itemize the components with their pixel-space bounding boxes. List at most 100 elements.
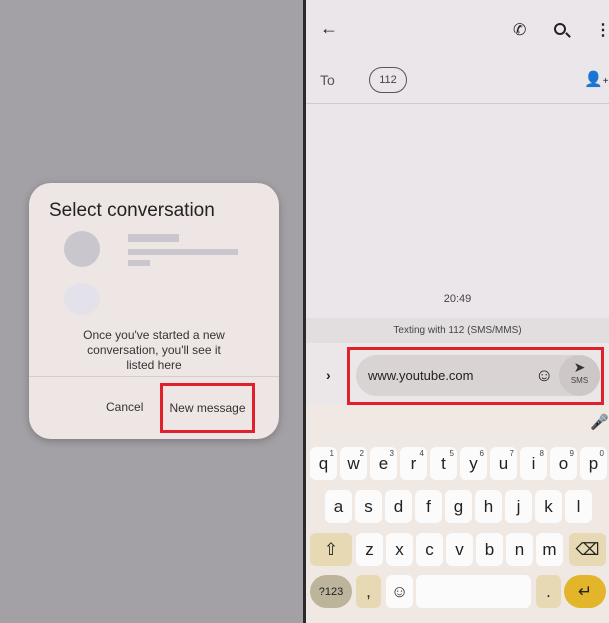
placeholder-avatar [64,283,100,315]
key-a[interactable]: a [325,490,352,523]
backspace-key[interactable]: ⌫ [569,533,606,566]
key-g[interactable]: g [445,490,472,523]
period-key[interactable]: . [536,575,561,608]
key-w[interactable]: w2 [340,447,367,480]
key-t[interactable]: t5 [430,447,457,480]
key-label: w [347,453,360,473]
key-label: g [453,496,464,516]
divider [306,103,609,104]
key-z[interactable]: z [356,533,383,566]
key-c[interactable]: c [416,533,443,566]
key-i[interactable]: i8 [520,447,547,480]
space-key[interactable] [416,575,531,608]
key-hint: 1 [329,449,334,458]
key-b[interactable]: b [476,533,503,566]
key-label: o [558,453,569,473]
search-icon[interactable] [554,23,571,38]
key-v[interactable]: v [446,533,473,566]
recipient-chip[interactable]: 112 [369,67,407,93]
key-label: e [378,453,389,473]
key-h[interactable]: h [475,490,502,523]
more-vert-icon[interactable]: ⋮ [595,20,609,40]
select-conversation-dialog: Select conversation Once you've started … [29,183,279,439]
new-message-button[interactable]: New message [160,383,255,433]
placeholder-line [128,249,238,255]
key-f[interactable]: f [415,490,442,523]
key-l[interactable]: l [565,490,592,523]
divider [29,376,279,377]
key-label: t [441,453,446,473]
key-label: v [455,539,464,559]
key-j[interactable]: j [505,490,532,523]
emoji-icon[interactable]: ☺ [535,365,553,386]
dialog-message: Once you've started a new conversation, … [83,328,225,372]
key-label: q [318,453,329,473]
enter-key[interactable]: ↵ [564,575,606,608]
key-s[interactable]: s [355,490,382,523]
key-o[interactable]: o9 [550,447,577,480]
key-hint: 3 [389,449,394,458]
key-label: , [366,581,371,601]
key-hint: 8 [539,449,544,458]
key-label: i [531,453,536,473]
key-hint: 0 [599,449,604,458]
key-hint: 5 [449,449,454,458]
key-label: j [516,496,521,516]
new-message-screen: ← ✆ ⋮ To 112 👤+ 20:49 Texting with 112 (… [306,0,609,623]
message-input[interactable]: www.youtube.com ☺ ➤ SMS [356,355,600,396]
key-u[interactable]: u7 [490,447,517,480]
key-label: m [542,539,557,559]
phone-icon[interactable]: ✆ [513,20,526,40]
key-label: n [514,539,525,559]
select-conversation-screen: Select conversation Once you've started … [0,0,303,623]
key-label: x [395,539,404,559]
key-r[interactable]: r4 [400,447,427,480]
shift-key[interactable]: ⇧ [310,533,352,566]
key-n[interactable]: n [506,533,533,566]
send-sms-button[interactable]: ➤ SMS [559,355,600,396]
placeholder-avatar [64,231,100,267]
key-label: d [393,496,404,516]
placeholder-line [128,260,150,266]
key-hint: 9 [569,449,574,458]
key-label: a [333,496,344,516]
to-label: To [320,72,335,88]
arrow-left-icon[interactable]: ← [320,18,338,39]
send-icon: ➤ [573,359,586,375]
placeholder-line [128,234,179,242]
key-d[interactable]: d [385,490,412,523]
message-text[interactable]: www.youtube.com [368,368,474,383]
emoji-key[interactable]: ☺ [386,575,413,608]
key-e[interactable]: e3 [370,447,397,480]
key-label: y [469,453,478,473]
compose-bar: › www.youtube.com ☺ ➤ SMS [306,343,609,405]
key-k[interactable]: k [535,490,562,523]
key-x[interactable]: x [386,533,413,566]
key-hint: 2 [359,449,364,458]
add-person-icon[interactable]: 👤+ [584,70,609,88]
keyboard: 🎤 q 1 w 2 e 3 r 4 t 5 y 6 u 7 i 8 o 9 p 0 a s d f g h j k l ⇧ z x c v b n m ⌫… [306,405,609,623]
chevron-right-icon[interactable]: › [326,367,331,383]
key-hint: 7 [509,449,514,458]
key-m[interactable]: m [536,533,563,566]
dialog-title: Select conversation [49,200,215,221]
microphone-icon[interactable]: 🎤 [590,413,609,431]
cancel-button[interactable]: Cancel [106,400,143,414]
send-label: SMS [570,376,589,385]
key-label: r [410,453,417,473]
comma-key[interactable]: , [356,575,381,608]
key-p[interactable]: p0 [580,447,607,480]
key-label: u [498,453,509,473]
key-label: s [364,496,373,516]
key-label: c [425,539,434,559]
key-q[interactable]: q1 [310,447,337,480]
key-hint: 6 [479,449,484,458]
key-label: l [576,496,581,516]
key-hint: 4 [419,449,424,458]
key-label: ?123 [318,585,344,598]
key-label: f [426,496,431,516]
key-label: . [546,581,551,601]
key-y[interactable]: y6 [460,447,487,480]
symbols-key[interactable]: ?123 [310,575,352,608]
key-label: z [365,539,374,559]
